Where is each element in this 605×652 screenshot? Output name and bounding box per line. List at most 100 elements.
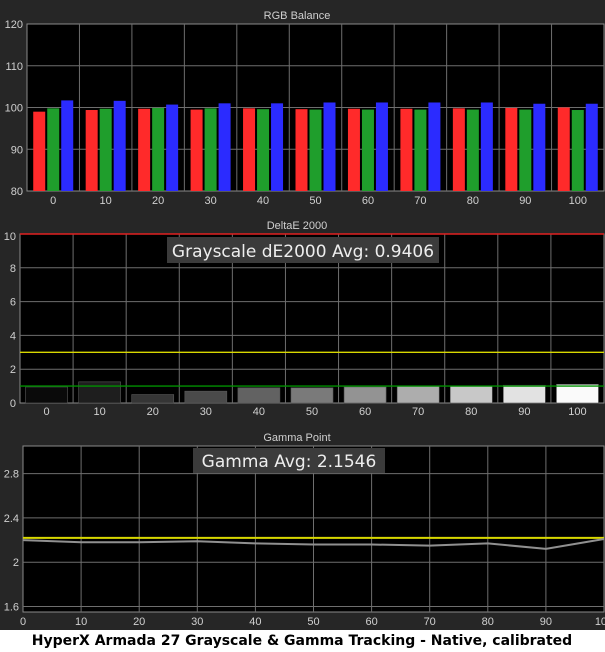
deltae-bar-40 [237,387,281,404]
rgb-y-tick-label: 80 [11,186,23,198]
gamma-x-tick-label: 0 [20,616,26,628]
rgb-bar-green-80 [466,109,479,191]
rgb-bar-red-70 [400,108,413,191]
deltae-bar-50 [290,387,334,404]
rgb-bar-red-30 [190,109,203,191]
rgb-bar-red-80 [452,108,465,191]
rgb-bar-blue-60 [375,102,388,191]
gamma-x-tick-label: 30 [191,616,203,628]
deltae-x-tick-label: 70 [412,406,424,418]
rgb-x-tick-label: 70 [414,195,426,207]
rgb-x-tick-label: 100 [569,195,587,207]
deltae-bar-100 [556,384,599,404]
deltae-bar-90 [503,384,546,404]
gamma-x-tick-label: 10 [75,616,87,628]
rgb-bar-green-90 [519,109,532,191]
rgb-bar-green-30 [204,108,217,191]
deltae-bar-30 [184,390,228,404]
deltae-x-tick-label: 20 [147,406,159,418]
deltae-bar-20 [131,394,175,404]
gamma-x-tick-label: 90 [540,616,552,628]
gamma-tracking-figure: RGB Balance 8090100110120 0 10 20 30 40 50 60 7… [0,0,605,649]
deltae-x-tick-label: 100 [568,406,586,418]
rgb-bar-blue-70 [428,102,441,191]
deltae-y-tick-label: 2 [10,364,16,376]
rgb-bar-blue-0 [61,100,74,191]
gamma-panel: Gamma Point Gamma Avg: 2.1546 1.6 2 2.4 2.8… [4,432,605,628]
rgb-bar-red-50 [295,109,308,191]
deltae-x-tick-label: 90 [518,406,530,418]
deltae-y-tick-label: 8 [10,263,16,275]
rgb-bar-red-10 [85,110,98,191]
deltae-title: DeltaE 2000 [267,220,328,232]
gamma-y-tick-label: 1.6 [4,601,19,613]
rgb-bar-blue-20 [166,104,179,191]
rgb-bar-red-20 [138,108,151,191]
rgb-x-tick-label: 30 [204,195,216,207]
rgb-bar-green-0 [47,108,60,191]
rgb-x-tick-label: 0 [50,195,56,207]
rgb-balance-title: RGB Balance [264,10,331,22]
rgb-x-tick-label: 60 [362,195,374,207]
rgb-bar-blue-30 [218,103,231,191]
gamma-x-tick-label: 20 [133,616,145,628]
rgb-y-tick-label: 90 [11,144,23,156]
deltae-y-tick-label: 6 [10,297,16,309]
deltae-x-tick-label: 0 [43,406,49,418]
rgb-bar-blue-50 [323,102,336,191]
gamma-title: Gamma Point [263,432,330,444]
rgb-bar-green-70 [414,109,427,191]
deltae-bar-70 [396,385,440,404]
rgb-bar-blue-90 [533,103,546,191]
deltae-panel: DeltaE 2000 Grayscale dE2000 Avg: 0.9406… [4,220,605,418]
rgb-bar-green-10 [99,108,112,191]
gamma-x-tick-label: 50 [307,616,319,628]
deltae-y-tick-label: 10 [4,231,16,243]
rgb-x-tick-label: 80 [467,195,479,207]
deltae-x-tick-label: 50 [306,406,318,418]
gamma-x-tick-label: 60 [365,616,377,628]
rgb-bar-green-60 [361,109,374,191]
deltae-y-tick-label: 4 [10,330,16,342]
deltae-x-tick-label: 60 [359,406,371,418]
rgb-balance-bars [33,100,598,191]
rgb-bar-blue-40 [271,103,284,191]
rgb-y-tick-label: 100 [5,103,23,115]
rgb-y-tick-label: 110 [5,61,23,73]
rgb-bar-red-60 [347,108,360,191]
deltae-bar-0 [25,386,68,404]
deltae-y-tick-label: 0 [10,398,16,410]
rgb-x-tick-label: 40 [257,195,269,207]
gamma-x-tick-label: 70 [424,616,436,628]
rgb-bar-green-50 [309,109,322,191]
gamma-x-tick-label: 80 [482,616,494,628]
rgb-x-tick-label: 10 [100,195,112,207]
figure-caption: HyperX Armada 27 Grayscale & Gamma Track… [32,633,572,649]
gamma-x-tick-label: 40 [249,616,261,628]
rgb-x-tick-label: 20 [152,195,164,207]
rgb-bar-green-100 [571,110,584,191]
rgb-bar-green-40 [257,109,270,191]
gamma-y-tick-label: 2.4 [4,513,19,525]
rgb-bar-blue-100 [585,103,598,191]
rgb-bar-red-40 [243,108,256,191]
deltae-x-tick-label: 40 [253,406,265,418]
deltae-bar-10 [78,381,121,404]
deltae-bar-80 [449,385,493,404]
rgb-bar-red-0 [33,111,46,191]
deltae-x-tick-label: 80 [465,406,477,418]
rgb-x-tick-label: 50 [309,195,321,207]
rgb-bar-blue-80 [480,102,493,191]
gamma-x-tick-label: 100 [595,616,605,628]
gamma-y-tick-label: 2 [13,557,19,569]
rgb-y-tick-label: 120 [5,19,23,31]
deltae-average-annotation: Grayscale dE2000 Avg: 0.9406 [172,242,434,262]
deltae-x-tick-label: 10 [94,406,106,418]
rgb-bar-green-20 [152,107,165,191]
gamma-y-tick-label: 2.8 [4,469,19,481]
gamma-average-annotation: Gamma Avg: 2.1546 [202,452,377,472]
rgb-balance-panel: RGB Balance 80 90 100 110 120 0 10 20 30 40 50 60 7… [5,10,605,207]
deltae-bar-60 [343,386,387,404]
rgb-x-tick-label: 90 [519,195,531,207]
rgb-bar-red-100 [557,107,570,191]
